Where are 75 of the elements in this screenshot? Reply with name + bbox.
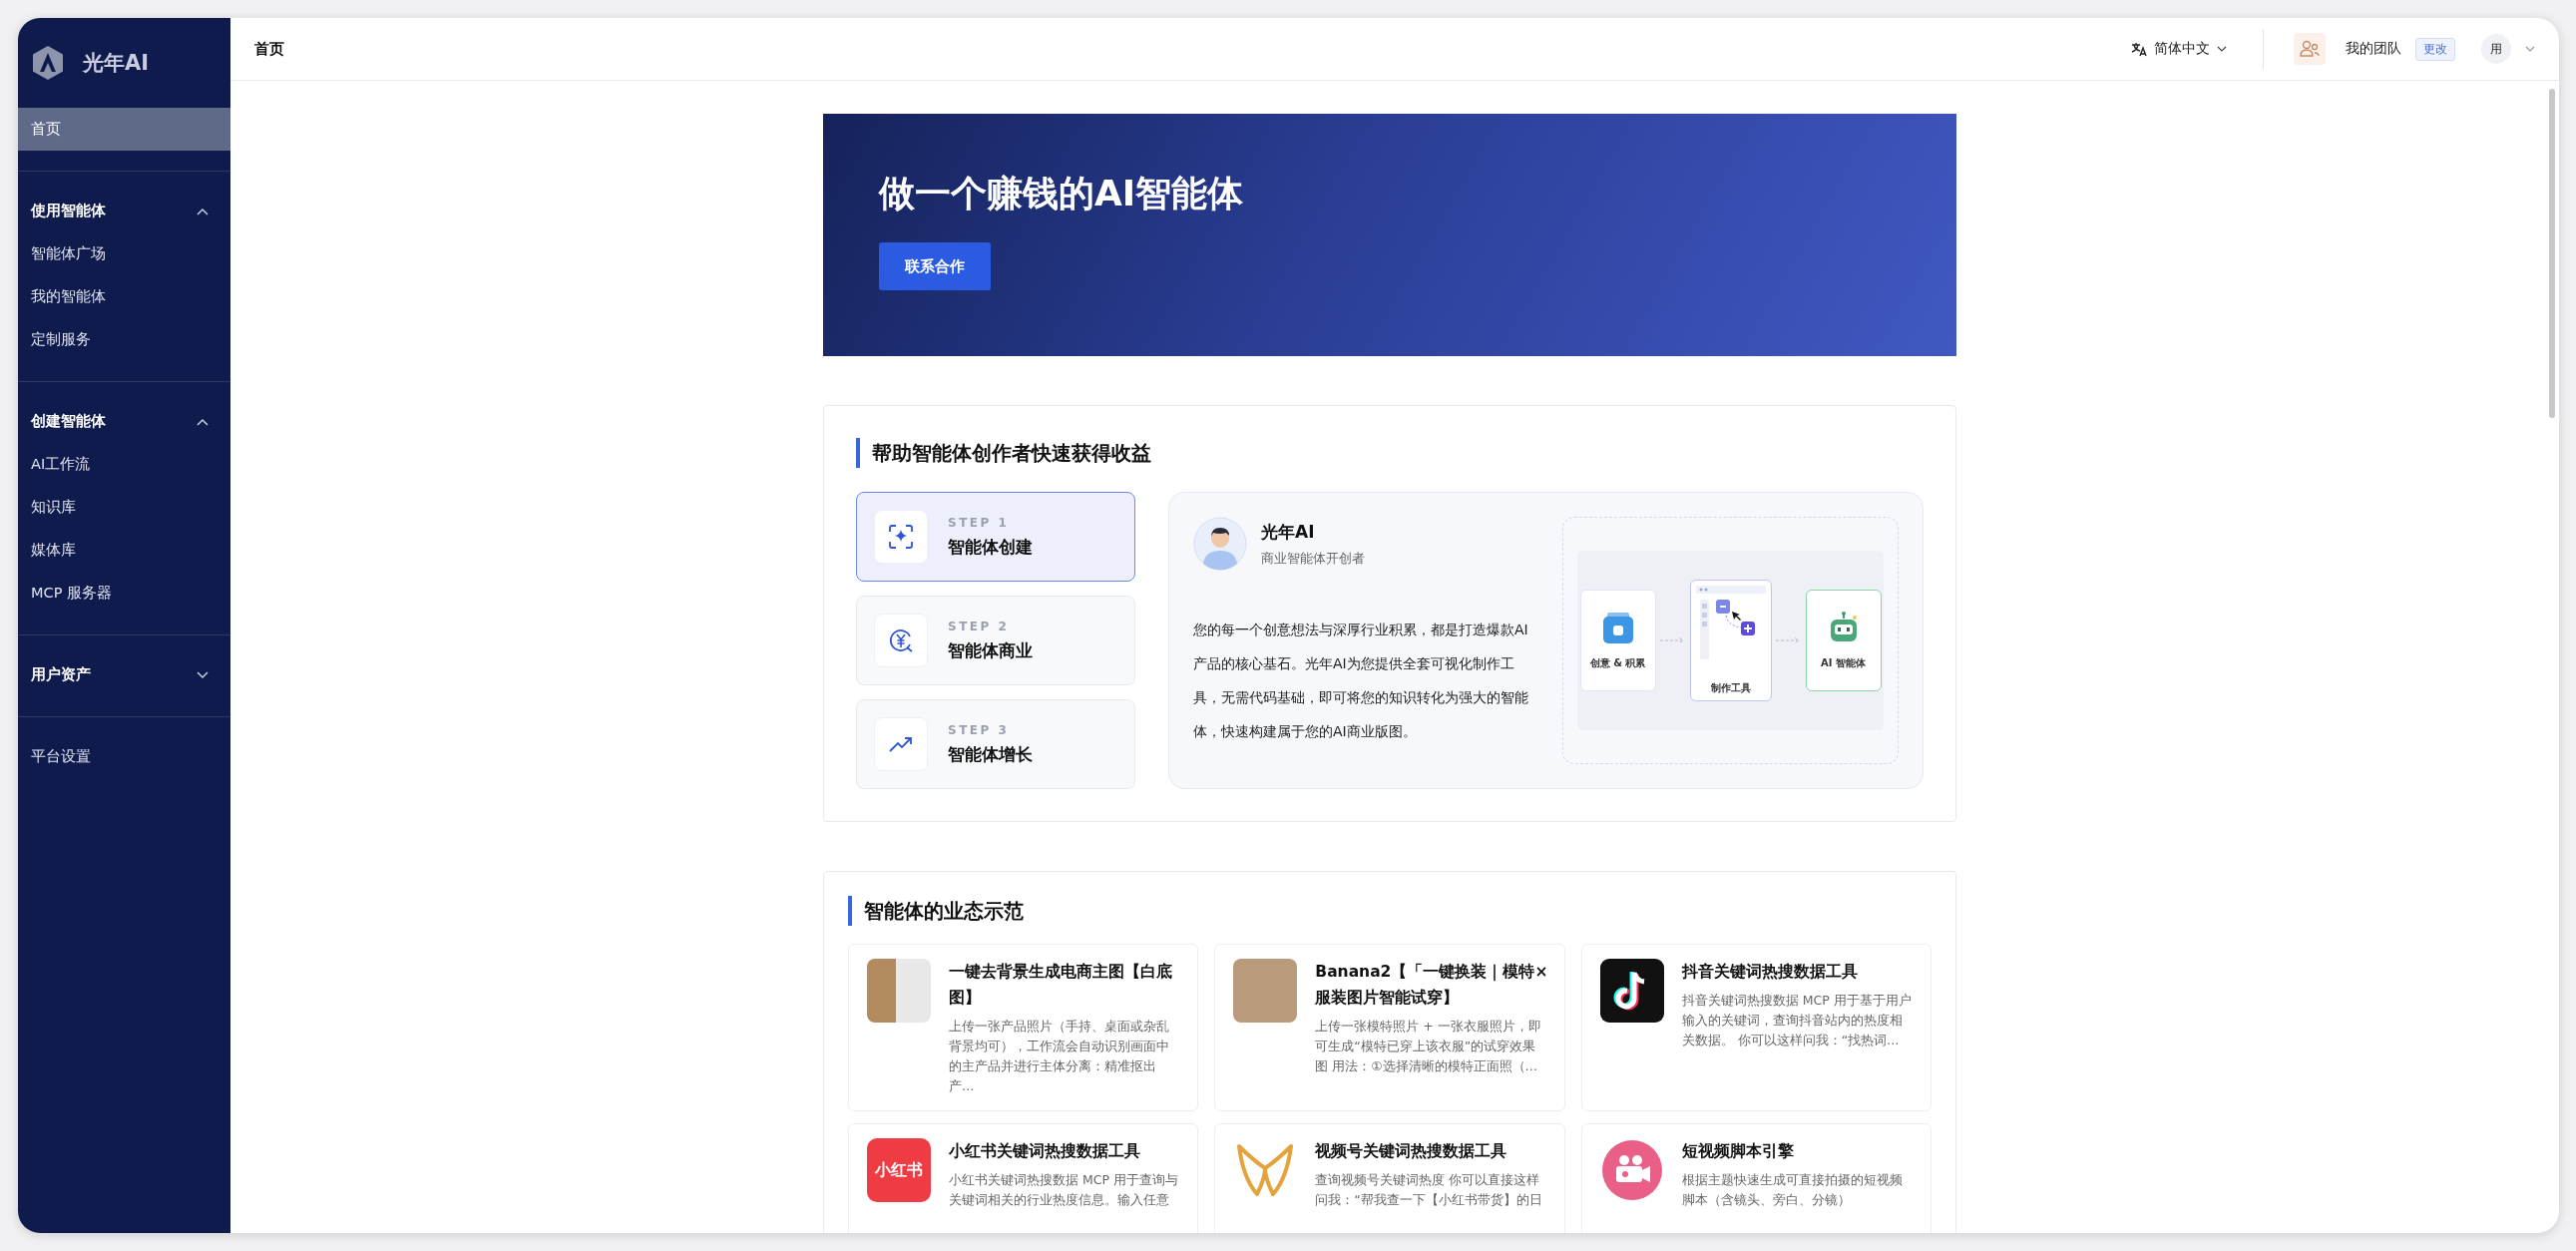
folder-icon (1600, 611, 1635, 644)
agent-card[interactable]: 短视频脚本引擎 根据主题快速生成可直接拍摄的短视频脚本（含镜头、旁白、分镜） (1580, 1123, 1932, 1233)
nav-item[interactable]: 我的智能体 (18, 275, 230, 318)
nav-item[interactable]: 定制服务 (18, 318, 230, 361)
step-item[interactable]: STEP 3 智能体增长 (856, 699, 1135, 789)
creator-role: 商业智能体开创者 (1261, 549, 1365, 568)
agent-card[interactable]: 视频号关键词热搜数据工具 查询视频号关键词热度 你可以直接这样问我：“帮我查一下【小红书带货】的日 (1214, 1123, 1565, 1233)
agent-card[interactable]: Banana2【「一键换装｜模特×服装图片智能试穿】 上传一张模特照片 + 一张衣服照片，即可生成“模特已穿上该衣服”的试穿效果图 用法：①选择清晰的模特正面照（… (1214, 944, 1565, 1111)
card-title: 小红书关键词热搜数据工具 (949, 1141, 1141, 1162)
chevron-icon (197, 670, 209, 679)
section-title: 智能体的业态示范 (848, 896, 1932, 926)
card-title: 短视频脚本引擎 (1681, 1141, 1795, 1162)
translate-icon (2131, 41, 2147, 57)
page-title: 首页 (254, 39, 284, 59)
section-title: 帮助智能体创作者快速获得收益 (856, 438, 1924, 468)
chevron-icon (197, 417, 209, 426)
nav-item[interactable]: 平台设置 (18, 735, 230, 778)
nav-group-header[interactable]: 创建智能体 (18, 400, 230, 443)
video-camera-icon (1599, 1138, 1664, 1202)
contact-button[interactable]: 联系合作 (879, 242, 991, 290)
step-item[interactable]: STEP 2 智能体商业 (856, 596, 1135, 685)
creator-name: 光年AI (1261, 520, 1316, 544)
agent-card[interactable]: 小红书 小红书关键词热搜数据工具 小红书关键词热搜数据 MCP 用于查询与关键词相关的行业热度信息。输入任意 (848, 1123, 1199, 1233)
nav-group-header[interactable]: 用户资产 (18, 653, 230, 696)
card-title: 抖音关键词热搜数据工具 (1681, 962, 1859, 983)
card-title: 视频号关键词热搜数据工具 (1315, 1141, 1508, 1162)
card-title: 一键去背景生成电商主图【白底图】 (949, 962, 1173, 1009)
photo-placeholder (1233, 959, 1298, 1023)
nav-item[interactable]: 媒体库 (18, 529, 230, 572)
card-description: 根据主题快速生成可直接拍摄的短视频脚本（含镜头、旁白、分镜） (1681, 1171, 1904, 1209)
card-description: 上传一张产品照片（手持、桌面或杂乱背景均可），工作流会自动识别画面中的主产品并进行主体分离：精准抠出产… (949, 1018, 1170, 1095)
hero-title: 做一个赚钱的AI智能体 (879, 172, 1245, 215)
chevron-icon (2217, 46, 2227, 52)
step-number: STEP 3 (948, 722, 1011, 737)
step-label: 智能体商业 (948, 638, 1033, 662)
intro-text: 您的每一个创意想法与深厚行业积累，都是打造爆款AI产品的核心基石。光年AI为您提供全套可视化制作工具，无需代码基础，即可将您的知识转化为强大的智能体，快速构建属于您的AI商业版图。 (1193, 621, 1529, 741)
agent-card[interactable]: 抖音关键词热搜数据工具 抖音关键词热搜数据 MCP 用于基于用户输入的关键词，查询抖音站内的热度相关数据。 你可以这样问我：“找热词… (1580, 944, 1932, 1111)
diagram-label: AI 智能体 (1821, 656, 1866, 670)
nav-item[interactable]: AI工作流 (18, 443, 230, 486)
logo-text: 光年AI (83, 50, 150, 77)
chevron-icon (197, 207, 209, 215)
change-team-button[interactable]: 更改 (2415, 37, 2455, 61)
nav-item[interactable]: 首页 (18, 108, 230, 151)
team-name: 我的团队 (2346, 40, 2401, 58)
scrollbar[interactable] (2549, 89, 2555, 418)
chevron-icon (2525, 46, 2535, 52)
card-description: 上传一张模特照片 + 一张衣服照片，即可生成“模特已穿上该衣服”的试穿效果图 用法：①选择清晰的模特正面照（… (1315, 1018, 1542, 1075)
card-title: Banana2【「一键换装｜模特×服装图片智能试穿】 (1315, 962, 1549, 1009)
card-description: 抖音关键词热搜数据 MCP 用于基于用户输入的关键词，查询抖音站内的热度相关数据。 你可以这样问我：“找热词… (1681, 992, 1913, 1049)
card-description: 小红书关键词热搜数据 MCP 用于查询与关键词相关的行业热度信息。输入任意 (949, 1171, 1179, 1209)
card-description: 查询视频号关键词热度 你可以直接这样问我：“帮我查一下【小红书带货】的日 (1315, 1171, 1543, 1209)
arrow-icon (1659, 637, 1686, 643)
language-selector[interactable]: 简体中文 (2125, 39, 2233, 59)
diagram-label: 制作工具 (1710, 681, 1751, 695)
step-label: 智能体创建 (948, 535, 1033, 559)
music-note-logo-icon (1599, 959, 1664, 1023)
step-item[interactable]: STEP 1 智能体创建 (856, 492, 1135, 582)
step-label: 智能体增长 (948, 742, 1033, 766)
nav-item[interactable]: MCP 服务器 (18, 572, 230, 615)
sparkle-frame-icon (888, 524, 914, 550)
app-logo: 小红书 (867, 1138, 931, 1202)
nav-item[interactable]: 知识库 (18, 486, 230, 529)
step-number: STEP 2 (948, 619, 1011, 633)
nav-item[interactable]: 智能体广场 (18, 232, 230, 275)
agent-card[interactable]: 一键去背景生成电商主图【白底图】 上传一张产品照片（手持、桌面或杂乱背景均可），工作流会自动识别画面中的主产品并进行主体分离：精准抠出产… (848, 944, 1199, 1111)
user-avatar[interactable]: 用 (2481, 34, 2511, 64)
logo-icon (31, 45, 65, 81)
avatar-icon (1193, 517, 1247, 571)
photo-placeholder (867, 959, 931, 1023)
arrow-icon (1775, 637, 1802, 643)
nav-group-header[interactable]: 使用智能体 (18, 190, 230, 232)
yen-coin-icon (888, 627, 914, 653)
diagram-label: 创意 & 积累 (1589, 656, 1646, 670)
step-number: STEP 1 (948, 515, 1011, 530)
team-icon (2294, 33, 2326, 65)
